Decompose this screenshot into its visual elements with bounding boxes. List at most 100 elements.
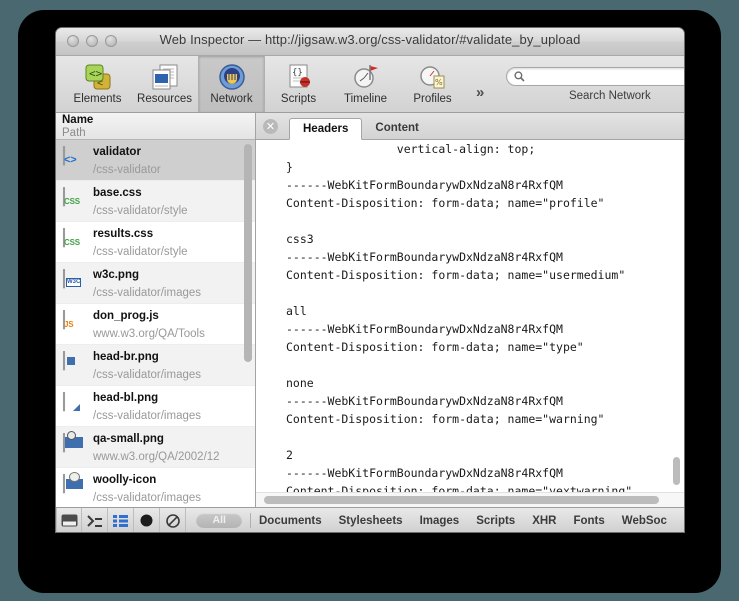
resource-path: /css-validator/images [93,410,202,422]
web-inspector-window: Web Inspector — http://jigsaw.w3.org/css… [56,28,684,532]
title-bar: Web Inspector — http://jigsaw.w3.org/css… [56,28,684,56]
elements-icon: < <> [83,61,113,92]
panel-button-network[interactable]: Network [198,56,265,112]
panel-button-timeline[interactable]: Timeline [332,56,399,112]
resource-row-head-bl-png[interactable]: head-bl.png /css-validator/images [56,386,255,427]
status-bar: All Documents Stylesheets Images Scripts… [56,507,684,532]
network-icon [217,61,247,92]
clear-button[interactable] [160,508,187,532]
resource-path: /css-validator/style [93,205,188,217]
timeline-icon [351,61,381,92]
console-drawer-button[interactable] [56,508,83,532]
panel-button-resources[interactable]: Resources [131,56,198,112]
search-field[interactable] [506,67,684,86]
resource-row-don-prog-js[interactable]: JS don_prog.js www.w3.org/QA/Tools [56,304,255,345]
content-horizontal-scrollbar-track [256,492,684,507]
close-icon[interactable]: ✕ [263,119,278,134]
resource-path: /css-validator [93,164,161,176]
filter-websockets[interactable]: WebSoc [622,515,667,527]
search-input[interactable] [529,69,684,84]
image-file-icon: W3C [63,269,85,296]
console-drawer-icon [61,514,78,527]
inspector-body: Name Path <> validator /css-validator [56,113,684,507]
image-file-icon [63,351,85,378]
panel-label-timeline: Timeline [343,93,388,105]
record-circle-icon [140,514,153,527]
filter-images[interactable]: Images [420,515,460,527]
resources-sidebar: Name Path <> validator /css-validator [56,113,256,507]
sidebar-toggle-icon [87,514,103,527]
request-body-text: vertical-align: top; } ------WebKitFormB… [286,142,633,493]
resource-name: woolly-icon [93,474,157,486]
list-view-button[interactable] [108,508,135,532]
sidebar-scrollbar[interactable] [244,144,252,362]
resource-name: don_prog.js [93,310,159,322]
tab-content[interactable]: Content [362,118,431,139]
resource-row-base-css[interactable]: CSS base.css /css-validator/style [56,181,255,222]
resource-path: /css-validator/images [93,369,202,381]
resource-name: base.css [93,187,142,199]
panel-label-network: Network [210,93,253,105]
panel-label-resources: Resources [137,93,192,105]
resource-row-qa-small-png[interactable]: qa-small.png www.w3.org/QA/2002/12 [56,427,255,468]
panel-button-scripts[interactable]: {} Scripts [265,56,332,112]
search-area: Search Network [506,67,684,102]
svg-text:{}: {} [292,68,303,78]
filter-all-pill[interactable]: All [196,513,243,528]
panel-toolbar: < <> Elements Resources Network {} Scrip… [56,56,684,113]
css-file-icon: CSS [63,228,85,255]
tab-headers[interactable]: Headers [289,118,363,140]
panel-label-elements: Elements [73,93,122,105]
content-horizontal-scrollbar[interactable] [264,496,659,504]
window-title: Web Inspector — http://jigsaw.w3.org/css… [159,32,581,47]
request-body-viewer[interactable]: vertical-align: top; } ------WebKitFormB… [256,140,684,493]
status-bar-separator [250,513,251,528]
resource-row-head-br-png[interactable]: head-br.png /css-validator/images [56,345,255,386]
filter-stylesheets[interactable]: Stylesheets [339,515,403,527]
toolbar-overflow-button[interactable]: » [476,84,484,101]
sidebar-toggle-button[interactable] [82,508,109,532]
resource-path: /css-validator/images [93,287,202,299]
resource-path: www.w3.org/QA/Tools [93,328,205,340]
resource-row-woolly-icon[interactable]: woolly-icon /css-validator/images [56,468,255,507]
filter-xhr[interactable]: XHR [532,515,556,527]
clear-prohibited-icon [165,513,180,528]
filter-scripts[interactable]: Scripts [476,515,515,527]
resources-icon [150,61,180,92]
html-file-icon: <> [63,146,85,173]
resource-path: /css-validator/images [93,492,202,504]
image-file-icon [63,431,85,460]
sidebar-header-path: Path [62,127,86,139]
resource-name: head-bl.png [93,392,159,404]
sidebar-header-name: Name [62,114,94,126]
resource-row-w3c-png[interactable]: W3C w3c.png /css-validator/images [56,263,255,304]
resource-row-results-css[interactable]: CSS results.css /css-validator/style [56,222,255,263]
content-vertical-scrollbar[interactable] [673,457,680,485]
filter-documents[interactable]: Documents [259,515,322,527]
scripts-icon: {} [284,61,314,92]
css-file-icon: CSS [63,187,85,214]
resource-path: /css-validator/style [93,246,188,258]
detail-tab-bar: ✕ Headers Content [256,113,684,140]
image-file-icon [63,472,85,501]
record-button[interactable] [134,508,161,532]
panel-button-profiles[interactable]: % Profiles [399,56,466,112]
panel-label-scripts: Scripts [280,93,317,105]
resource-row-validator[interactable]: <> validator /css-validator [56,140,255,181]
resource-name: head-br.png [93,351,159,363]
profiles-icon: % [418,61,448,92]
detail-pane: ✕ Headers Content vertical-align: top; }… [256,113,684,507]
filter-fonts[interactable]: Fonts [573,515,604,527]
panel-button-elements[interactable]: < <> Elements [64,56,131,112]
panel-button-group: < <> Elements Resources Network {} Scrip… [64,56,466,112]
image-file-icon [63,392,85,419]
list-view-icon [113,514,129,527]
sidebar-header: Name Path [56,113,255,140]
js-file-icon: JS [63,310,85,337]
resource-name: qa-small.png [93,433,164,445]
resource-name: w3c.png [93,269,140,281]
svg-text:<>: <> [89,67,103,80]
resource-name: validator [93,146,141,158]
panel-label-profiles: Profiles [413,93,452,105]
resource-name: results.css [93,228,154,240]
